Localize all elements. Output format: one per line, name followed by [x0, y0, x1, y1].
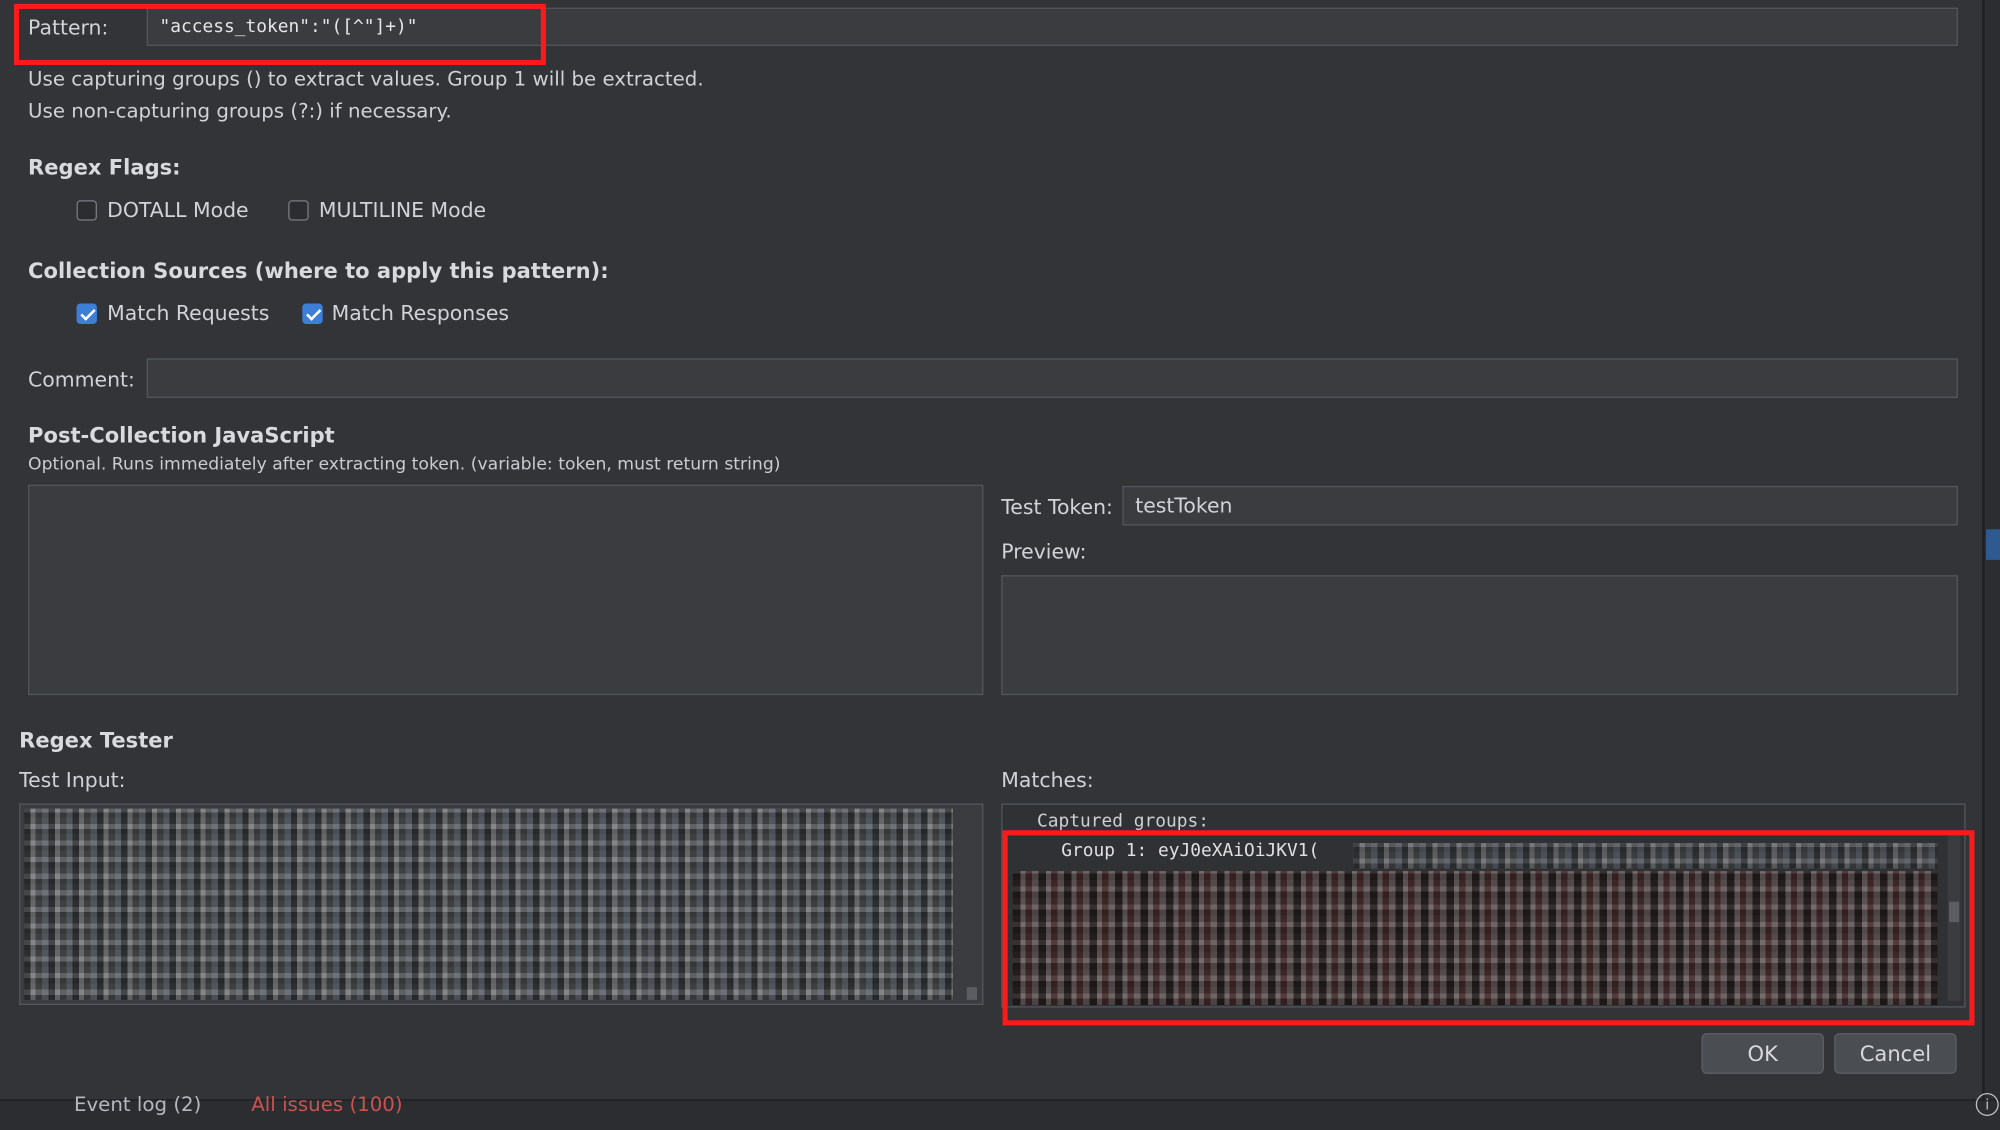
test-input-scrollbar[interactable] — [965, 808, 979, 1000]
pattern-hint-1: Use capturing groups () to extract value… — [28, 67, 704, 91]
test-token-value: testToken — [1135, 493, 1233, 518]
captured-groups-header: Captured groups: — [1036, 811, 1209, 832]
cancel-button[interactable]: Cancel — [1834, 1033, 1957, 1074]
test-input-textarea[interactable] — [19, 803, 984, 1006]
ok-button[interactable]: OK — [1701, 1033, 1824, 1074]
test-token-label: Test Token: — [1001, 494, 1113, 520]
test-input-label: Test Input: — [19, 767, 126, 793]
matches-highlight-box — [1002, 830, 1975, 1026]
event-log-tab[interactable]: Event log (2) — [74, 1093, 201, 1116]
matches-label: Matches: — [1001, 767, 1094, 793]
post-collection-title: Post-Collection JavaScript — [28, 423, 335, 448]
status-bar: Event log (2) All issues (100) i — [0, 1093, 2000, 1130]
comment-input[interactable] — [146, 358, 1958, 398]
dotall-label: DOTALL Mode — [107, 197, 249, 222]
regex-flags-title: Regex Flags: — [28, 155, 181, 180]
pattern-highlight-box — [14, 3, 546, 66]
post-collection-hint: Optional. Runs immediately after extract… — [28, 454, 781, 475]
background-window-edge — [1983, 0, 2000, 1130]
comment-label: Comment: — [28, 367, 135, 392]
collection-sources-title: Collection Sources (where to apply this … — [28, 258, 609, 284]
test-token-input[interactable]: testToken — [1122, 485, 1958, 526]
match-responses-checkbox[interactable] — [302, 303, 323, 324]
match-requests-checkbox[interactable] — [76, 303, 97, 324]
preview-output — [1001, 575, 1958, 696]
dotall-checkbox[interactable] — [76, 200, 97, 221]
multiline-checkbox[interactable] — [288, 200, 309, 221]
multiline-label: MULTILINE Mode — [318, 197, 487, 222]
background-highlight — [1985, 529, 2000, 560]
regex-tester-title: Regex Tester — [19, 728, 173, 753]
pattern-hint-2: Use non-capturing groups (?:) if necessa… — [28, 99, 452, 123]
preview-label: Preview: — [1001, 539, 1087, 564]
all-issues-tab[interactable]: All issues (100) — [251, 1093, 402, 1116]
info-icon[interactable]: i — [1975, 1093, 1999, 1116]
test-input-redacted-content — [24, 808, 953, 1000]
post-collection-script-editor[interactable] — [28, 484, 984, 696]
match-requests-label: Match Requests — [107, 300, 270, 326]
pattern-dialog: Pattern: "access_token":"([^"]+)" Use ca… — [0, 0, 1984, 1101]
match-responses-label: Match Responses — [331, 300, 510, 326]
